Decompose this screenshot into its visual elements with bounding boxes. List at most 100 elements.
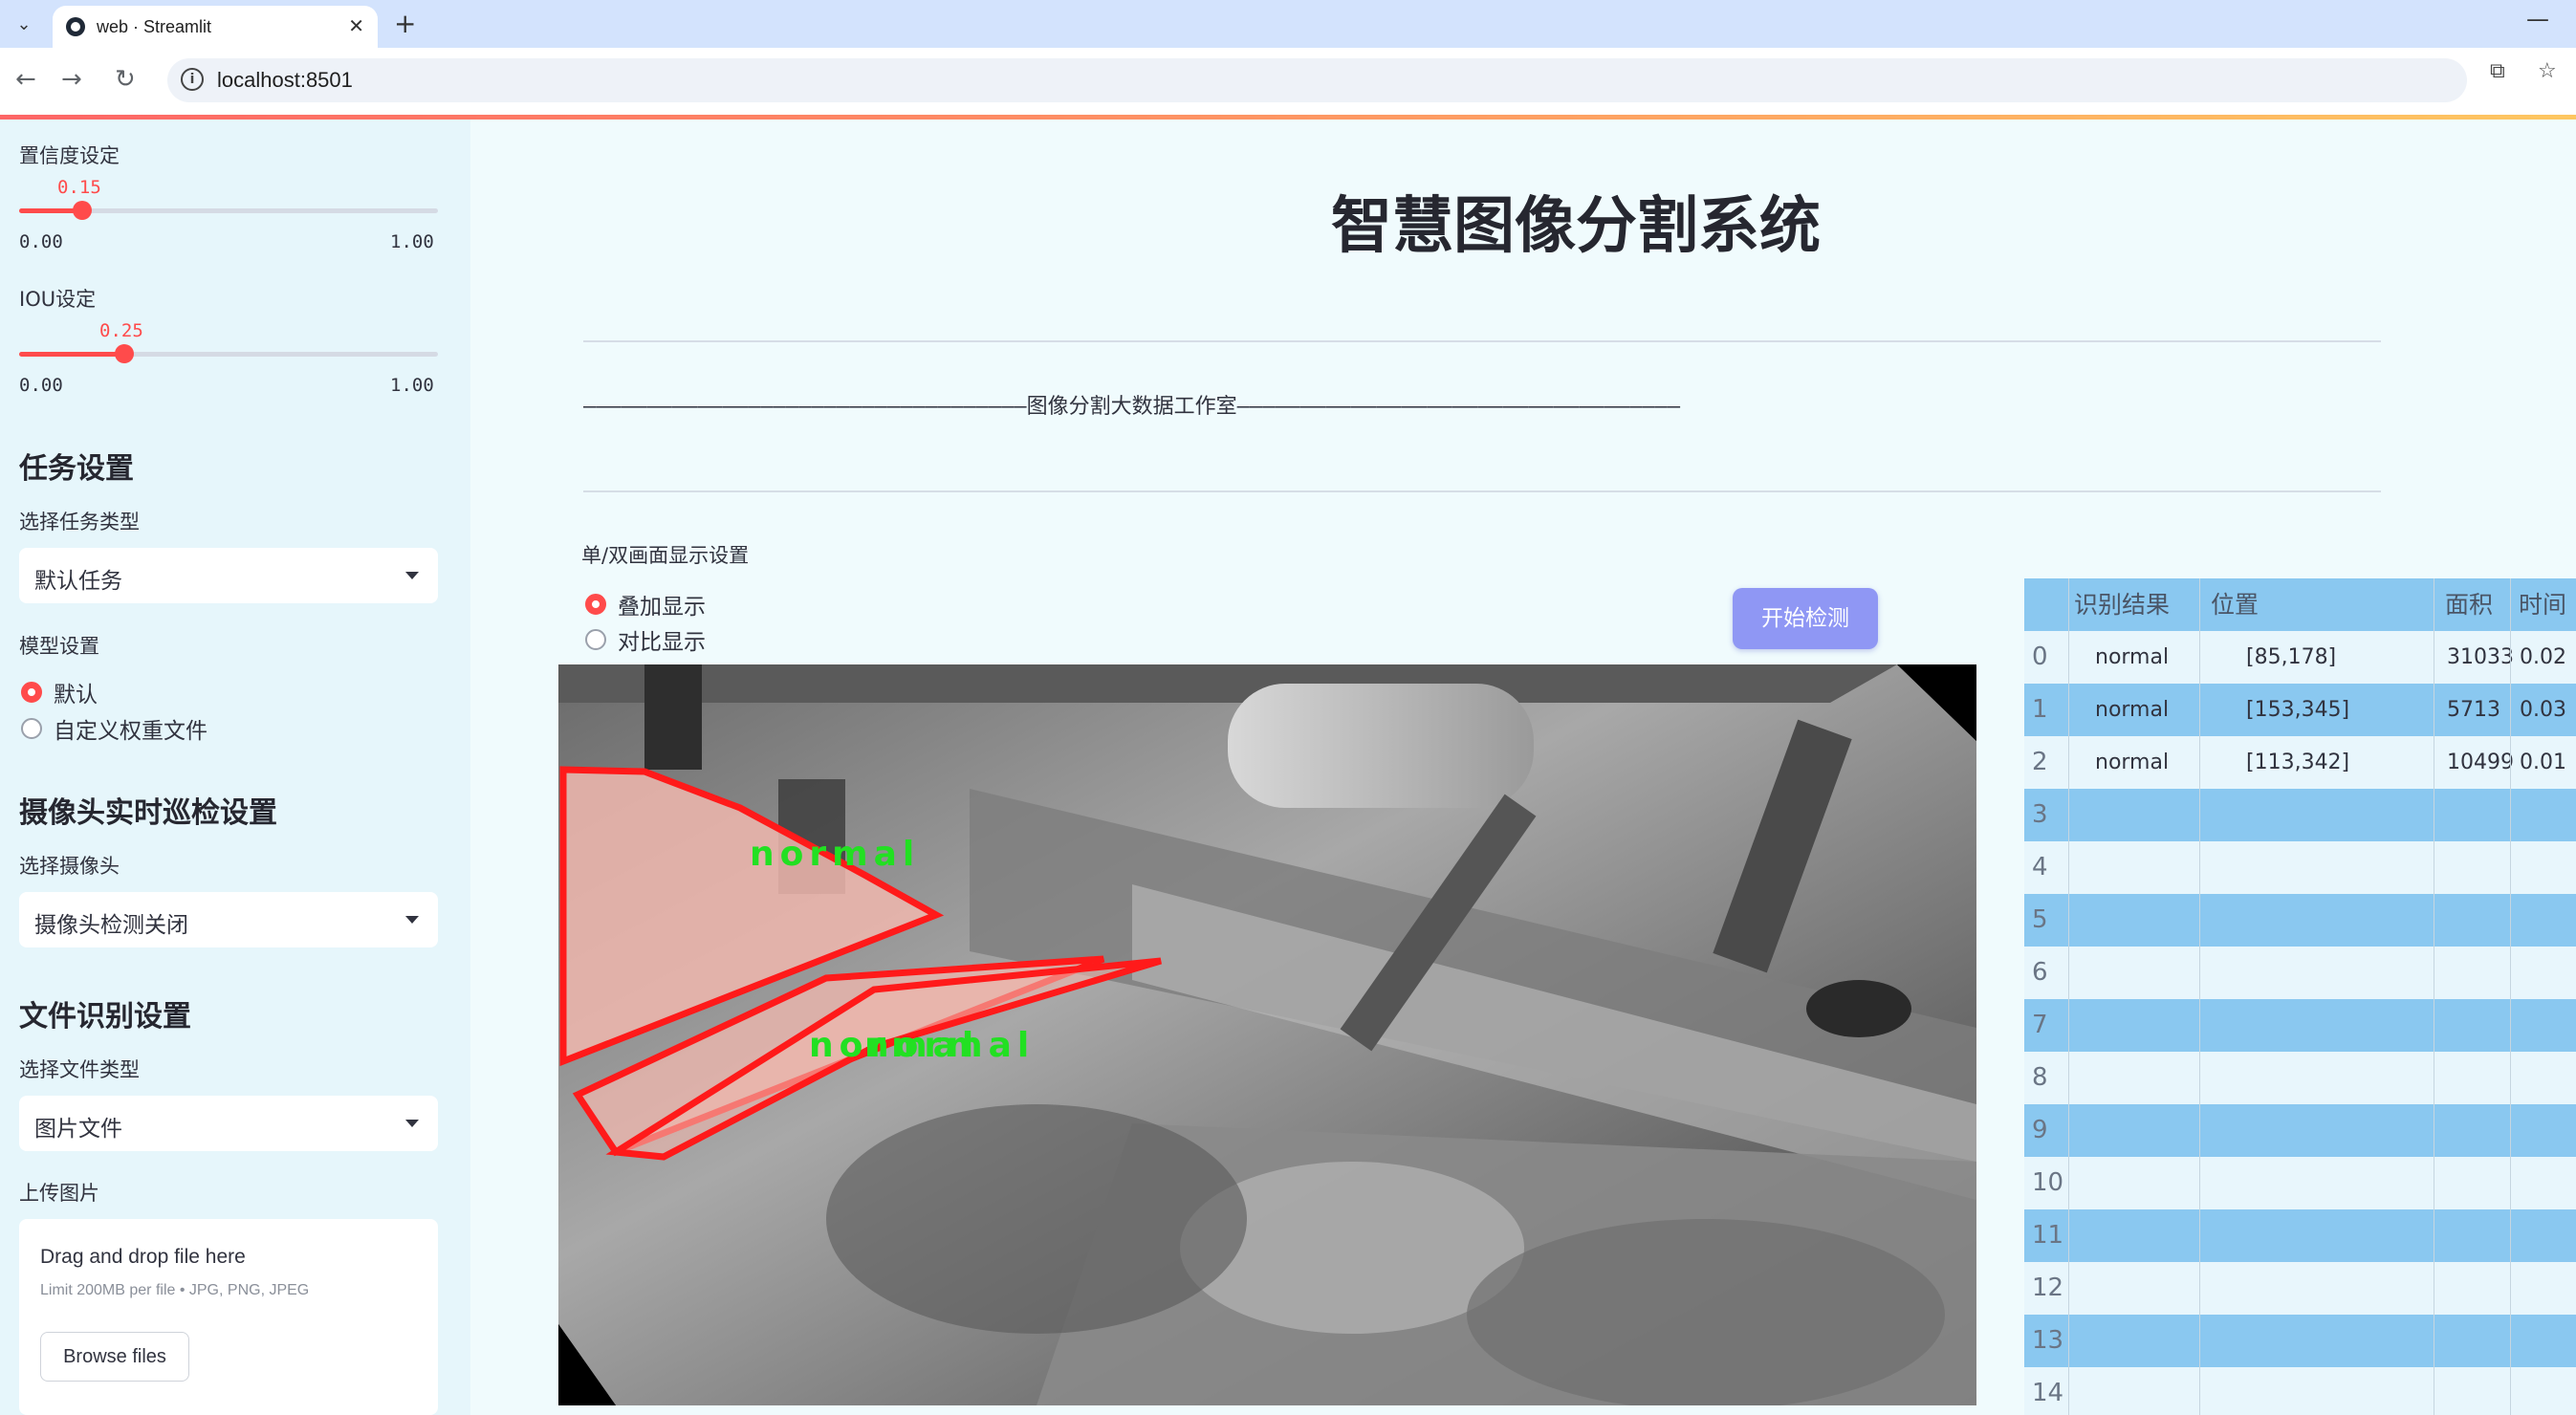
col-header-result[interactable]: 识别结果 <box>2074 578 2170 631</box>
radio-selected-icon[interactable] <box>585 594 606 615</box>
model-option-default-label: 默认 <box>54 683 98 708</box>
browser-tab[interactable]: web · Streamlit ✕ <box>53 6 378 48</box>
divider <box>583 490 2381 492</box>
display-option-overlay[interactable]: 叠加显示 <box>585 588 706 620</box>
camera-settings-heading: 摄像头实时巡检设置 <box>19 796 277 830</box>
table-row[interactable]: 14 <box>2024 1367 2576 1415</box>
display-setting-label: 单/双画面显示设置 <box>581 544 750 567</box>
confidence-max: 1.00 <box>390 231 434 252</box>
upload-image-label: 上传图片 <box>19 1182 99 1205</box>
radio-unselected-icon[interactable] <box>585 629 606 650</box>
row-time: 0.01 <box>2520 751 2566 774</box>
confidence-slider-thumb[interactable] <box>72 201 92 220</box>
close-tab-icon[interactable]: ✕ <box>348 14 364 37</box>
row-area: 5713 <box>2447 698 2500 722</box>
iou-slider[interactable] <box>19 344 438 363</box>
model-option-default[interactable]: 默认 <box>21 676 98 708</box>
address-bar: ← → ↻ i localhost:8501 ⧉ ☆ <box>0 48 2576 115</box>
iou-label: IOU设定 <box>19 288 97 311</box>
task-type-select[interactable]: 默认任务 <box>19 548 438 603</box>
display-option-compare-label: 对比显示 <box>618 630 706 655</box>
row-index: 0 <box>2032 642 2048 671</box>
divider <box>583 340 2381 342</box>
tab-title: web · Streamlit <box>97 17 212 36</box>
table-row[interactable]: 13 <box>2024 1315 2576 1367</box>
results-table[interactable]: 识别结果 位置 面积 时间 0 normal [85,178] 31033 0.02 1 n… <box>2024 578 2576 1415</box>
row-time: 0.03 <box>2520 698 2566 722</box>
row-result: normal <box>2095 698 2170 722</box>
row-index: 6 <box>2032 958 2048 987</box>
url-field[interactable]: i localhost:8501 <box>167 58 2467 102</box>
dropzone-title: Drag and drop file here <box>40 1246 246 1268</box>
file-type-value: 图片文件 <box>34 1117 122 1142</box>
table-row[interactable]: 0 normal [85,178] 31033 0.02 <box>2024 631 2576 684</box>
back-arrow-icon[interactable]: ← <box>15 65 36 94</box>
radio-unselected-icon[interactable] <box>21 718 42 739</box>
minimize-window-icon[interactable]: — <box>2526 6 2549 33</box>
radio-selected-icon[interactable] <box>21 682 42 703</box>
iou-slider-thumb[interactable] <box>114 344 134 363</box>
translate-icon[interactable]: ⧉ <box>2490 59 2505 83</box>
table-row[interactable]: 1 normal [153,345] 5713 0.03 <box>2024 684 2576 736</box>
row-index: 4 <box>2032 853 2048 882</box>
chevron-down-icon <box>405 572 419 579</box>
row-index: 14 <box>2032 1379 2064 1407</box>
row-area: 10499 <box>2447 751 2514 774</box>
segmentation-result-image: normal normal normal <box>558 664 1976 1405</box>
row-index: 2 <box>2032 748 2048 776</box>
row-index: 10 <box>2032 1168 2064 1197</box>
row-index: 12 <box>2032 1274 2064 1302</box>
table-row[interactable]: 8 <box>2024 1052 2576 1104</box>
file-type-label: 选择文件类型 <box>19 1058 140 1081</box>
row-position: [153,345] <box>2246 698 2350 722</box>
row-index: 11 <box>2032 1221 2064 1250</box>
page-title: 智慧图像分割系统 <box>1331 191 1821 262</box>
reload-icon[interactable]: ↻ <box>115 65 136 94</box>
browse-files-button[interactable]: Browse files <box>40 1332 189 1382</box>
table-row[interactable]: 4 <box>2024 841 2576 894</box>
col-separator <box>2068 578 2069 1415</box>
iou-value: 0.25 <box>99 320 143 341</box>
table-row[interactable]: 5 <box>2024 894 2576 947</box>
file-dropzone[interactable]: Drag and drop file here Limit 200MB per … <box>19 1219 438 1415</box>
table-row[interactable]: 12 <box>2024 1262 2576 1315</box>
row-time: 0.02 <box>2520 645 2566 669</box>
table-row[interactable]: 7 <box>2024 999 2576 1052</box>
streamlit-favicon-icon <box>66 17 85 36</box>
col-header-area[interactable]: 面积 <box>2445 578 2493 631</box>
table-row[interactable]: 10 <box>2024 1157 2576 1209</box>
row-area: 31033 <box>2447 645 2514 669</box>
tab-list-chevron-icon[interactable]: ⌄ <box>10 10 38 38</box>
url-text[interactable]: localhost:8501 <box>217 68 353 93</box>
col-separator <box>2199 578 2200 1415</box>
bookmark-star-icon[interactable]: ☆ <box>2538 59 2557 83</box>
table-row[interactable]: 6 <box>2024 947 2576 999</box>
row-index: 13 <box>2032 1326 2064 1355</box>
confidence-slider[interactable] <box>19 201 438 220</box>
start-detection-button[interactable]: 开始检测 <box>1733 588 1878 649</box>
row-position: [85,178] <box>2246 645 2337 669</box>
new-tab-icon[interactable]: + <box>394 8 416 39</box>
table-row[interactable]: 9 <box>2024 1104 2576 1157</box>
row-result: normal <box>2095 645 2170 669</box>
chevron-down-icon <box>405 916 419 924</box>
task-type-label: 选择任务类型 <box>19 511 140 533</box>
confidence-min: 0.00 <box>19 231 63 252</box>
file-type-select[interactable]: 图片文件 <box>19 1096 438 1151</box>
col-header-position[interactable]: 位置 <box>2211 578 2259 631</box>
model-option-custom[interactable]: 自定义权重文件 <box>21 712 207 745</box>
display-option-compare[interactable]: 对比显示 <box>585 623 706 656</box>
camera-select[interactable]: 摄像头检测关闭 <box>19 892 438 947</box>
camera-select-label: 选择摄像头 <box>19 855 120 878</box>
iou-max: 1.00 <box>390 375 434 396</box>
table-row[interactable]: 2 normal [113,342] 10499 0.01 <box>2024 736 2576 789</box>
forward-arrow-icon[interactable]: → <box>61 65 82 94</box>
result-image-svg: normal normal normal <box>558 664 1976 1405</box>
col-header-time[interactable]: 时间 <box>2519 578 2566 631</box>
main-content: 智慧图像分割系统 ———————————————————————————————… <box>470 120 2576 1415</box>
site-info-icon[interactable]: i <box>181 68 204 91</box>
table-row[interactable]: 11 <box>2024 1209 2576 1262</box>
table-row[interactable]: 3 <box>2024 789 2576 841</box>
model-option-custom-label: 自定义权重文件 <box>54 719 207 744</box>
film-roll <box>1228 684 1534 808</box>
